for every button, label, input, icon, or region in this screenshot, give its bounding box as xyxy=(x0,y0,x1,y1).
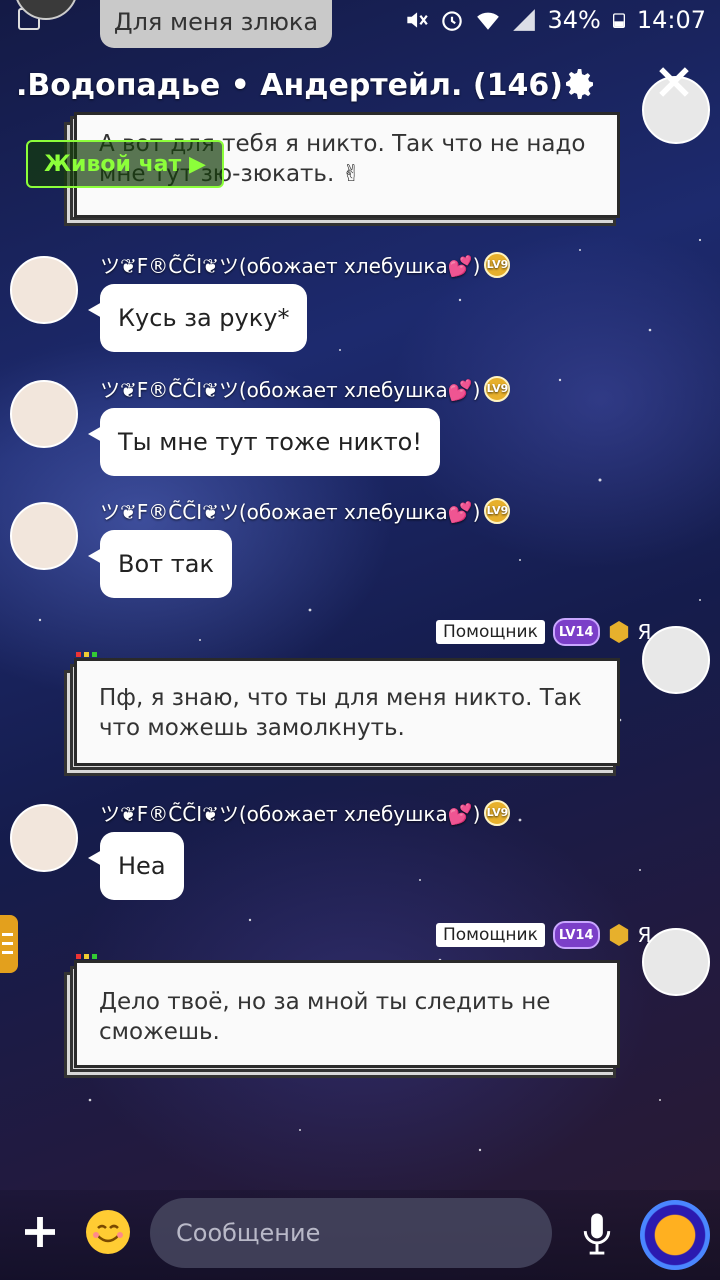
message-bubble[interactable]: Вот так xyxy=(88,530,232,598)
amino-coin-icon[interactable] xyxy=(640,1200,710,1270)
user-avatar[interactable] xyxy=(10,256,78,324)
message-own[interactable]: Дело твоё, но за мной ты следить не смож… xyxy=(64,954,620,1080)
battery-icon xyxy=(612,13,625,28)
close-icon[interactable] xyxy=(652,60,696,104)
message-bubble[interactable]: Неа xyxy=(88,832,184,900)
emoji-icon[interactable] xyxy=(86,1210,130,1254)
gold-hexagon-icon xyxy=(609,924,628,946)
level-badge: LV14 xyxy=(552,618,600,646)
mute-icon xyxy=(407,12,429,28)
battery-percent: 34% xyxy=(547,6,601,34)
status-indicators: 34% 14:07 xyxy=(403,6,706,34)
wifi-icon xyxy=(477,12,500,30)
my-avatar[interactable] xyxy=(642,928,710,996)
live-chat-button[interactable]: Живой чат ▶ xyxy=(26,140,224,188)
chat-header: .Водопадье • Андертейл. (146) xyxy=(0,48,720,118)
alarm-icon xyxy=(442,11,463,31)
chat-title[interactable]: .Водопадье • Андертейл. (146) xyxy=(16,68,563,103)
message-text: Пф, я знаю, что ты для меня никто. Так ч… xyxy=(74,658,620,766)
helper-badge: Помощник xyxy=(436,620,545,644)
level-badge: LV9 xyxy=(484,799,511,826)
username[interactable]: ツ❦F®C̃C̃I❦ツ(обожает хлебушка💕) LV9 xyxy=(100,798,511,827)
my-avatar[interactable] xyxy=(642,626,710,694)
gold-hexagon-icon xyxy=(609,621,628,643)
level-badge: LV9 xyxy=(484,375,511,402)
message-bubble[interactable]: Ты мне тут тоже никто! xyxy=(88,408,440,476)
user-avatar[interactable] xyxy=(10,380,78,448)
helper-badge: Помощник xyxy=(436,923,545,947)
level-badge: LV14 xyxy=(552,921,600,949)
message-own[interactable]: Пф, я знаю, что ты для меня никто. Так ч… xyxy=(64,652,620,778)
username[interactable]: ツ❦F®C̃C̃I❦ツ(обожает хлебушка💕) LV9 xyxy=(100,496,511,525)
clock: 14:07 xyxy=(636,6,706,34)
user-avatar[interactable] xyxy=(10,804,78,872)
message-text: Дело твоё, но за мной ты следить не смож… xyxy=(74,960,620,1068)
user-avatar[interactable] xyxy=(10,502,78,570)
level-badge: LV9 xyxy=(484,251,511,278)
level-badge: LV9 xyxy=(484,497,511,524)
my-meta: Помощник LV14 Я xyxy=(436,618,651,646)
plus-icon[interactable] xyxy=(20,1212,60,1252)
signal-icon xyxy=(513,9,536,31)
message-bubble[interactable]: Кусь за руку* xyxy=(87,284,308,352)
username[interactable]: ツ❦F®C̃C̃I❦ツ(обожает хлебушка💕) LV9 xyxy=(100,250,511,279)
username[interactable]: ツ❦F®C̃C̃I❦ツ(обожает хлебушка💕) LV9 xyxy=(100,374,511,403)
message-input[interactable]: Сообщение xyxy=(150,1198,552,1268)
my-meta: Помощник LV14 Я xyxy=(436,921,651,949)
composer-bar: Сообщение xyxy=(0,1190,720,1280)
side-drawer-handle[interactable] xyxy=(0,915,18,973)
preview-bubble[interactable]: Для меня злюка xyxy=(100,0,332,48)
mic-icon[interactable] xyxy=(582,1212,612,1256)
gear-icon[interactable] xyxy=(558,64,598,104)
